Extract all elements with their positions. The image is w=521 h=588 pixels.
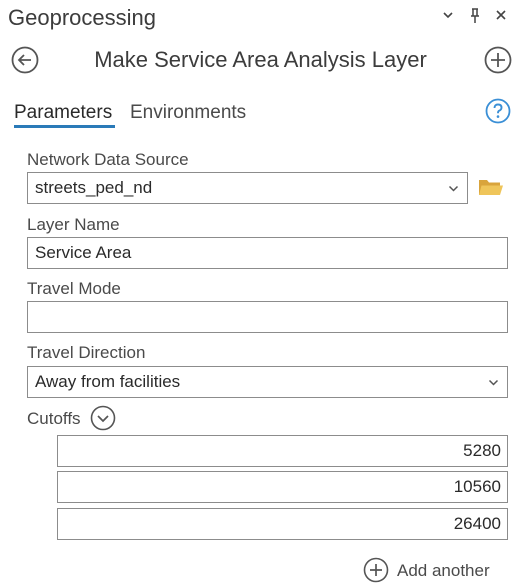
chevron-down-icon <box>448 185 459 192</box>
chevron-down-icon <box>488 379 499 386</box>
travel-direction-label: Travel Direction <box>27 343 146 362</box>
layer-name-input[interactable]: Service Area <box>27 237 508 269</box>
plus-circle-icon <box>484 46 512 74</box>
pane-title: Geoprocessing <box>8 5 156 30</box>
browse-folder-button[interactable] <box>478 176 504 203</box>
tab-parameters[interactable]: Parameters <box>14 102 112 124</box>
cutoff-value: 10560 <box>453 477 501 496</box>
pane-options-chevron-icon[interactable] <box>440 8 456 26</box>
layer-name-label: Layer Name <box>27 215 120 234</box>
close-icon[interactable] <box>493 8 509 26</box>
help-icon <box>485 98 511 124</box>
network-data-source-value: streets_ped_nd <box>35 178 153 197</box>
travel-direction-value: Away from facilities <box>35 372 181 391</box>
network-data-source-select[interactable]: streets_ped_nd <box>27 172 468 204</box>
tool-title: Make Service Area Analysis Layer <box>94 47 427 72</box>
cutoffs-label: Cutoffs <box>27 409 81 428</box>
travel-mode-input[interactable] <box>27 301 508 333</box>
active-tab-indicator <box>14 125 115 128</box>
travel-mode-label: Travel Mode <box>27 279 121 298</box>
add-button[interactable] <box>483 45 513 75</box>
cutoff-input-1[interactable]: 5280 <box>57 435 508 467</box>
add-another-label[interactable]: Add another <box>397 561 490 581</box>
tab-environments[interactable]: Environments <box>130 102 246 124</box>
layer-name-value: Service Area <box>35 243 132 262</box>
cutoff-input-3[interactable]: 26400 <box>57 508 508 540</box>
plus-circle-icon <box>363 557 389 583</box>
cutoff-input-2[interactable]: 10560 <box>57 471 508 503</box>
add-another-button[interactable] <box>363 557 389 588</box>
pin-icon[interactable] <box>467 8 483 29</box>
cutoff-value: 5280 <box>463 441 501 460</box>
chevron-down-circle-icon <box>90 405 116 431</box>
folder-icon <box>479 180 503 195</box>
cutoff-value: 26400 <box>453 514 501 533</box>
cutoffs-collapse-button[interactable] <box>90 405 116 436</box>
help-button[interactable] <box>485 98 511 124</box>
travel-direction-select[interactable]: Away from facilities <box>27 366 508 398</box>
network-data-source-label: Network Data Source <box>27 150 189 169</box>
